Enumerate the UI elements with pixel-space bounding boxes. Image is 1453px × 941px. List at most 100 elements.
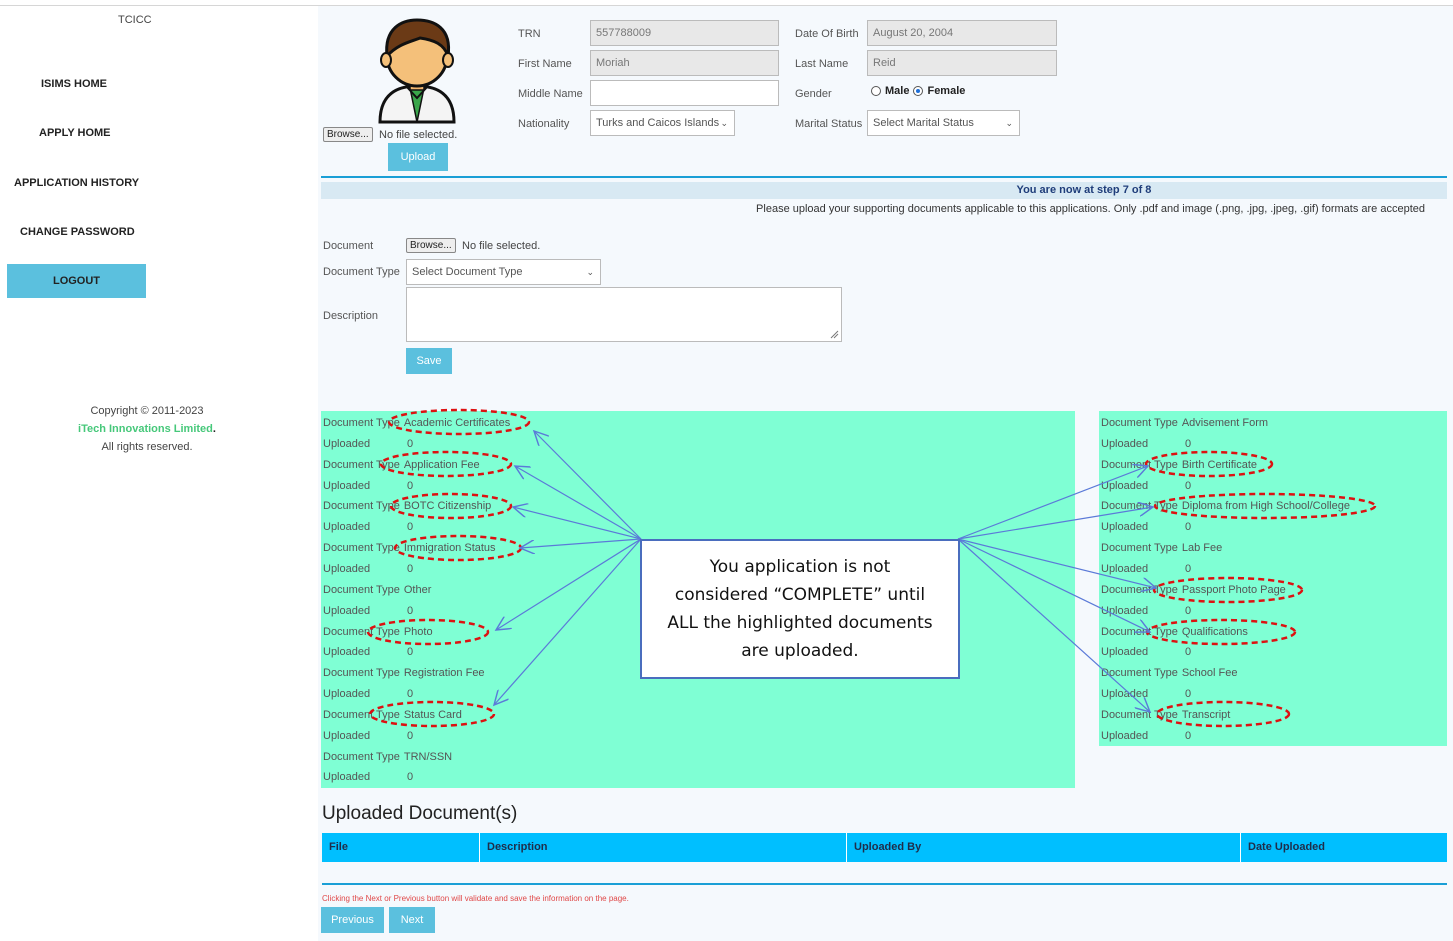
document-type-row: Document Type Qualifications <box>1101 626 1248 638</box>
uploaded-row: Uploaded <box>323 480 370 492</box>
uploaded-row: Uploaded <box>1101 688 1148 700</box>
nav-isims-home[interactable]: ISIMS HOME <box>41 78 107 90</box>
description-textarea[interactable] <box>406 287 842 342</box>
document-type-label: Document Type <box>323 266 400 278</box>
uploaded-count: 0 <box>1185 437 1192 450</box>
uploaded-label: Uploaded <box>323 437 371 450</box>
uploaded-label: Uploaded <box>323 688 371 700</box>
uploaded-row: Uploaded <box>323 771 370 783</box>
nav-change-password[interactable]: CHANGE PASSWORD <box>20 226 135 238</box>
middle-name-field[interactable] <box>590 80 779 106</box>
column-header-file[interactable]: File <box>322 833 480 862</box>
uploaded-label: Uploaded <box>323 562 371 575</box>
gender-female-radio[interactable] <box>913 86 924 96</box>
document-file-status: No file selected. <box>462 240 541 252</box>
uploaded-count: 0 <box>1185 604 1192 617</box>
callout-line-1: You application is not <box>709 557 891 577</box>
logout-button[interactable]: LOGOUT <box>7 264 146 298</box>
document-type-label: Document Type <box>1101 458 1178 471</box>
document-type-label: Document Type <box>323 708 400 721</box>
uploaded-row: Uploaded <box>323 521 370 533</box>
column-header-uploaded-by[interactable]: Uploaded By <box>847 833 1241 862</box>
uploaded-row: Uploaded <box>323 563 370 575</box>
document-type-label: Document Type <box>1101 500 1178 513</box>
uploaded-count: 0 <box>407 646 414 659</box>
last-name-field[interactable]: Reid <box>867 50 1057 76</box>
document-type-select[interactable]: Select Document Type ⌄ <box>406 259 601 285</box>
trn-field[interactable]: 557788009 <box>590 20 779 46</box>
completion-callout: You application is not considered “COMPL… <box>640 539 960 679</box>
document-type-label: Document Type <box>323 542 400 555</box>
dob-label: Date Of Birth <box>795 28 859 40</box>
uploaded-count: 0 <box>407 521 414 534</box>
document-type-label: Document Type <box>1101 625 1178 638</box>
next-button[interactable]: Next <box>389 907 435 933</box>
dob-field[interactable]: August 20, 2004 <box>867 20 1057 46</box>
uploaded-count: 0 <box>407 729 414 742</box>
nationality-select[interactable]: Turks and Caicos Islands ⌄ <box>590 110 735 136</box>
copyright-block: Copyright © 2011-2023 iTech Innovations … <box>62 402 232 456</box>
first-name-field[interactable]: Moriah <box>590 50 779 76</box>
document-type-value: Lab Fee <box>1181 542 1223 555</box>
nav-application-history[interactable]: APPLICATION HISTORY <box>14 177 139 189</box>
company-link[interactable]: iTech Innovations Limited <box>78 423 213 435</box>
avatar-file-status: No file selected. <box>379 129 458 141</box>
nationality-label: Nationality <box>518 118 570 130</box>
document-type-label: Document Type <box>323 417 400 429</box>
document-type-label: Document Type <box>1101 667 1178 680</box>
document-type-row: Document Type Diploma from High School/Co… <box>1101 500 1350 512</box>
save-button[interactable]: Save <box>406 348 452 374</box>
document-type-value: Select Document Type <box>412 266 523 278</box>
document-type-label: Document Type <box>1101 583 1178 596</box>
document-type-row: Document Type Transcript <box>1101 709 1230 721</box>
uploaded-label: Uploaded <box>1101 729 1149 742</box>
uploaded-count: 0 <box>407 688 414 700</box>
avatar-upload-button[interactable]: Upload <box>388 143 448 171</box>
column-header-description[interactable]: Description <box>480 833 847 862</box>
document-type-value: Immigration Status <box>403 542 496 555</box>
document-type-row: Document Type Lab Fee <box>1101 542 1222 554</box>
uploaded-count: 0 <box>1185 688 1192 700</box>
document-type-row: Document Type Status Card <box>323 709 462 721</box>
uploaded-count: 0 <box>407 562 414 575</box>
chevron-down-icon: ⌄ <box>586 267 594 277</box>
document-type-label: Document Type <box>323 458 400 471</box>
document-type-value: Academic Certificates <box>403 417 511 429</box>
brand-label: TCICC <box>118 14 152 26</box>
trn-label: TRN <box>518 28 541 40</box>
document-type-row: Document Type Birth Certificate <box>1101 459 1257 471</box>
uploaded-count: 0 <box>1185 646 1192 659</box>
document-type-value: Qualifications <box>1181 625 1248 638</box>
step-indicator: You are now at step 7 of 8 <box>321 182 1447 199</box>
uploaded-label: Uploaded <box>323 479 371 492</box>
column-header-date-uploaded[interactable]: Date Uploaded <box>1241 833 1447 862</box>
callout-line-4: are uploaded. <box>741 641 859 661</box>
marital-status-select[interactable]: Select Marital Status ⌄ <box>867 110 1020 136</box>
gender-female-label: Female <box>927 85 966 97</box>
previous-button[interactable]: Previous <box>321 907 384 933</box>
uploaded-row: Uploaded <box>1101 521 1148 533</box>
table-bottom-divider <box>322 883 1447 885</box>
uploaded-row: Uploaded <box>323 605 370 617</box>
nav-apply-home[interactable]: APPLY HOME <box>39 127 111 139</box>
document-type-value: School Fee <box>1181 667 1238 680</box>
uploaded-label: Uploaded <box>1101 437 1149 450</box>
avatar-browse-button[interactable]: Browse... <box>323 127 373 142</box>
uploaded-row: Uploaded <box>323 646 370 658</box>
profile-avatar-icon <box>378 18 456 124</box>
uploaded-row: Uploaded <box>1101 563 1148 575</box>
document-type-label: Document Type <box>1101 708 1178 721</box>
document-type-value: Diploma from High School/College <box>1181 500 1350 513</box>
gender-male-radio[interactable] <box>871 86 881 96</box>
resize-handle-icon[interactable] <box>829 329 839 339</box>
gender-male-label: Male <box>885 85 910 97</box>
uploaded-documents-title: Uploaded Document(s) <box>322 803 518 824</box>
copyright-text: Copyright © 2011-2023 <box>90 405 204 417</box>
document-type-value: Birth Certificate <box>1181 458 1258 471</box>
uploaded-label: Uploaded <box>323 604 371 617</box>
uploaded-row: Uploaded <box>1101 730 1148 742</box>
uploaded-count: 0 <box>407 771 414 784</box>
uploaded-label: Uploaded <box>323 771 371 784</box>
document-browse-button[interactable]: Browse... <box>406 238 456 253</box>
document-type-value: Registration Fee <box>403 667 485 680</box>
